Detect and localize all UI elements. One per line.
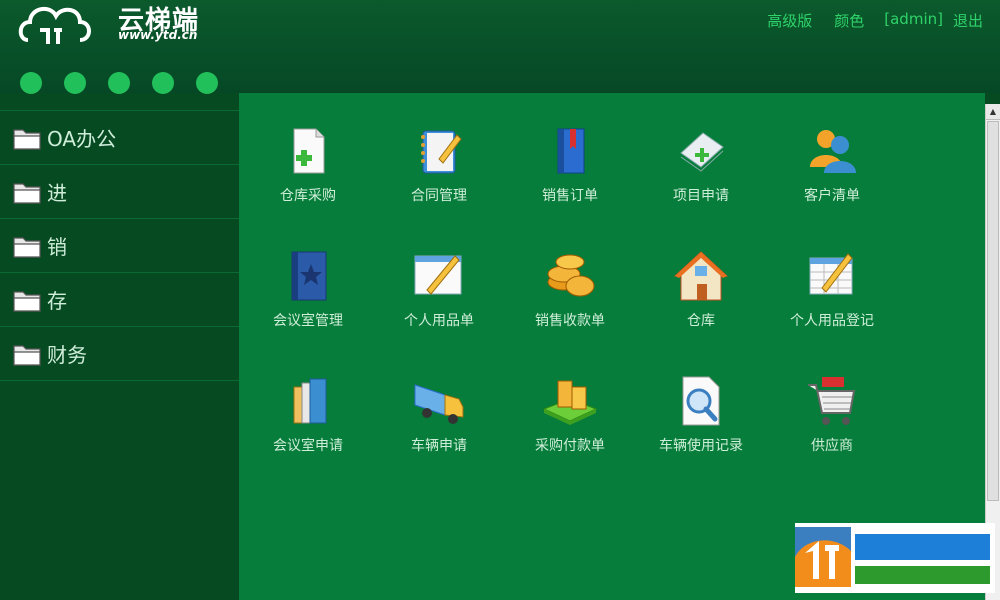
header: 云梯端 www.ytd.cn 高级版 颜色 [admin] 退出: [0, 0, 1000, 94]
advanced-link[interactable]: 高级版: [767, 10, 812, 31]
tile-purchase-payment[interactable]: 采购付款单: [515, 373, 625, 483]
top-nav: 高级版 颜色 [admin] 退出: [745, 10, 983, 31]
star-book-icon: [291, 251, 327, 301]
logo[interactable]: 云梯端 www.ytd.cn: [18, 0, 208, 48]
sidebar-item-stock[interactable]: 存: [0, 273, 239, 327]
folder-icon: [13, 128, 41, 150]
sidebar: OA办公 进 销 存 财务: [0, 110, 239, 600]
sidebar-item-oa[interactable]: OA办公: [0, 111, 239, 165]
shopping-cart-icon: [808, 377, 856, 425]
tile-sales-order[interactable]: 销售订单: [515, 123, 625, 233]
document-add-icon: [293, 128, 325, 174]
tile-warehouse-purchase[interactable]: 仓库采购: [253, 123, 363, 233]
user-link[interactable]: [admin]: [884, 10, 943, 31]
tile-label: 车辆使用记录: [659, 438, 743, 454]
tile-customer-list[interactable]: 客户清单: [777, 123, 887, 233]
color-link[interactable]: 颜色: [834, 10, 864, 31]
scroll-thumb[interactable]: [987, 121, 999, 501]
theme-dots: [20, 72, 240, 94]
window-pencil-icon: [414, 255, 462, 295]
folder-icon: [13, 290, 41, 312]
theme-dot[interactable]: [152, 72, 174, 94]
theme-dot[interactable]: [108, 72, 130, 94]
watermark-badge: [795, 523, 995, 593]
tile-sales-receipt[interactable]: 销售收款单: [515, 248, 625, 358]
binders-icon: [293, 378, 327, 424]
tile-label: 仓库: [687, 313, 715, 329]
tile-label: 会议室申请: [273, 438, 343, 454]
tile-label: 车辆申请: [411, 438, 467, 454]
theme-dot[interactable]: [20, 72, 42, 94]
tile-label: 客户清单: [804, 188, 860, 204]
tile-label: 销售订单: [542, 188, 598, 204]
notebook-pencil-icon: [421, 130, 462, 174]
users-icon: [810, 130, 856, 173]
tile-label: 个人用品登记: [790, 313, 874, 329]
tile-label: 会议室管理: [273, 313, 343, 329]
sidebar-item-label: 财务: [47, 343, 87, 367]
house-icon: [673, 251, 729, 301]
tile-meeting-room-apply[interactable]: 会议室申请: [253, 373, 363, 483]
coins-icon: [547, 254, 595, 297]
cloud-logo-icon: [18, 6, 91, 44]
tile-warehouse[interactable]: 仓库: [646, 248, 756, 358]
logo-url: www.ytd.cn: [118, 28, 198, 42]
theme-dot[interactable]: [64, 72, 86, 94]
tile-project-apply[interactable]: 项目申请: [646, 123, 756, 233]
folder-icon: [13, 182, 41, 204]
folder-icon: [13, 344, 41, 366]
tile-label: 合同管理: [411, 188, 467, 204]
tile-vehicle-record[interactable]: 车辆使用记录: [646, 373, 756, 483]
sidebar-item-label: OA办公: [47, 127, 117, 151]
tile-personal-items-register[interactable]: 个人用品登记: [777, 248, 887, 358]
logout-link[interactable]: 退出: [953, 10, 983, 31]
truck-icon: [414, 384, 464, 424]
sidebar-item-finance[interactable]: 财务: [0, 327, 239, 381]
tile-label: 销售收款单: [535, 313, 605, 329]
tile-supplier[interactable]: 供应商: [777, 373, 887, 483]
watermark-bar: [855, 534, 990, 560]
sidebar-item-label: 存: [47, 289, 67, 313]
sidebar-item-sales[interactable]: 销: [0, 219, 239, 273]
sidebar-item-purchase[interactable]: 进: [0, 165, 239, 219]
sidebar-item-label: 销: [47, 235, 67, 259]
sidebar-item-label: 进: [47, 181, 67, 205]
scroll-up-arrow-icon[interactable]: ▲: [986, 104, 1000, 120]
tile-meeting-room-manage[interactable]: 会议室管理: [253, 248, 363, 358]
folder-icon: [13, 236, 41, 258]
tile-label: 个人用品单: [404, 313, 474, 329]
paper-add-icon: [680, 132, 724, 172]
tile-vehicle-apply[interactable]: 车辆申请: [384, 373, 494, 483]
theme-dot[interactable]: [196, 72, 218, 94]
watermark-logo-icon: [795, 527, 851, 587]
book-icon: [557, 128, 585, 174]
magnifier-document-icon: [682, 376, 720, 426]
tile-label: 供应商: [811, 438, 853, 454]
tile-label: 采购付款单: [535, 438, 605, 454]
tile-label: 仓库采购: [280, 188, 336, 204]
tile-personal-items[interactable]: 个人用品单: [384, 248, 494, 358]
watermark-bar: [855, 566, 990, 584]
money-stack-icon: [542, 380, 598, 425]
tile-label: 项目申请: [673, 188, 729, 204]
spreadsheet-pencil-icon: [809, 253, 853, 295]
tile-contract[interactable]: 合同管理: [384, 123, 494, 233]
